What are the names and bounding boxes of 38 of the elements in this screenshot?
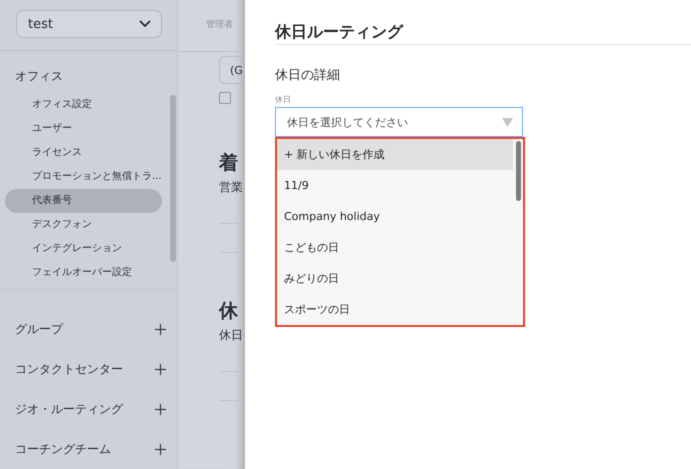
sidebar-group[interactable]: コーチングチーム xyxy=(15,440,111,458)
sidebar-group[interactable]: グループ xyxy=(15,320,63,338)
breadcrumb: 管理者 xyxy=(206,20,233,30)
sidebar-group[interactable]: ジオ・ルーティング xyxy=(15,400,123,418)
sidebar-item[interactable]: ユーザー xyxy=(5,116,162,141)
checkbox[interactable] xyxy=(219,92,231,104)
sidebar-item[interactable]: プロモーションと無償トラ... xyxy=(5,164,162,189)
dropdown-option[interactable]: 11/9 xyxy=(277,170,513,201)
body-text: 営業 xyxy=(219,179,243,196)
dropdown-option[interactable]: みどりの日 xyxy=(277,263,513,294)
panel-title: 休日ルーティング xyxy=(275,21,403,43)
section-title: 休日の詳細 xyxy=(275,67,340,84)
scrollbar-thumb[interactable] xyxy=(516,141,521,201)
chevron-down-icon xyxy=(139,20,151,28)
heading-text: 着 xyxy=(219,151,238,176)
workspace-select[interactable]: test xyxy=(16,10,162,38)
plus-icon[interactable] xyxy=(155,404,166,414)
sidebar-item[interactable]: オフィス設定 xyxy=(5,92,162,117)
dropdown-option[interactable]: Company holiday xyxy=(277,201,513,232)
section-title: オフィス xyxy=(15,69,63,84)
plus-icon[interactable] xyxy=(155,364,166,374)
body-text: 休日 xyxy=(219,327,243,344)
dropdown-option[interactable]: こどもの日 xyxy=(277,232,513,263)
sidebar-group[interactable]: コンタクトセンター xyxy=(15,360,123,378)
sidebar-item[interactable]: ライセンス xyxy=(5,140,162,165)
plus-icon[interactable] xyxy=(155,444,166,454)
plus-icon[interactable] xyxy=(155,324,166,334)
sidebar-item[interactable]: インテグレーション xyxy=(5,236,162,261)
sidebar-item[interactable]: フェイルオーバー設定 xyxy=(5,260,162,285)
field-label: 休日 xyxy=(275,94,291,105)
dropdown-option[interactable]: スポーツの日 xyxy=(277,294,513,325)
heading-text: 休 xyxy=(219,299,238,324)
scrollbar-thumb[interactable] xyxy=(170,94,176,262)
holiday-select[interactable]: 休日を選択してください xyxy=(275,107,523,137)
dropdown-option[interactable]: + 新しい休日を作成 xyxy=(277,139,513,170)
caret-icon xyxy=(502,118,513,126)
sidebar-item[interactable]: 代表番号 xyxy=(5,188,162,213)
sidebar-item[interactable]: デスクフォン xyxy=(5,212,162,237)
